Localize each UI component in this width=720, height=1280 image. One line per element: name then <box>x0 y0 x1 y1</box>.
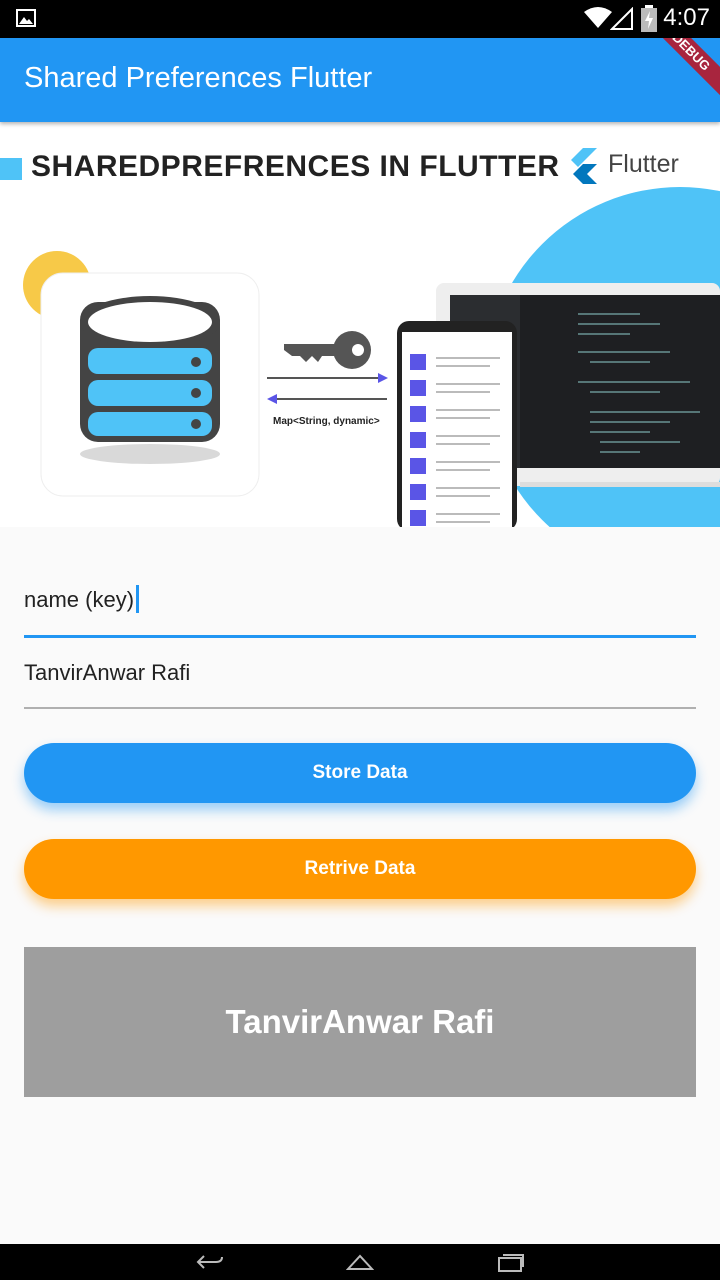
gallery-icon <box>16 9 36 27</box>
recents-icon[interactable] <box>497 1251 525 1273</box>
text-cursor <box>136 585 140 613</box>
value-input-value: TanvirAnwar Rafi <box>24 660 191 685</box>
status-time: 4:07 <box>663 4 710 31</box>
hero-title: SHAREDPREFRENCES IN FLUTTER <box>31 150 560 183</box>
result-display: TanvirAnwar Rafi <box>24 947 696 1097</box>
signal-icon <box>610 7 633 30</box>
value-input[interactable]: TanvirAnwar Rafi <box>24 650 696 709</box>
back-icon[interactable] <box>196 1252 224 1272</box>
battery-charging-icon <box>641 5 657 32</box>
key-input[interactable]: name (key) <box>24 575 696 638</box>
debug-banner: DEBUG <box>637 38 720 106</box>
wifi-icon <box>584 7 612 28</box>
retrive-data-button[interactable]: Retrive Data <box>24 839 696 899</box>
store-data-button[interactable]: Store Data <box>24 743 696 803</box>
navigation-bar <box>0 1244 720 1280</box>
app-title: Shared Preferences Flutter <box>24 62 373 94</box>
status-bar: 4:07 <box>0 0 720 38</box>
key-icon <box>284 331 371 369</box>
home-icon[interactable] <box>346 1253 374 1271</box>
flutter-brand: Flutter <box>608 150 679 178</box>
key-input-value: name (key) <box>24 587 135 612</box>
database-icon <box>80 296 220 464</box>
app-bar: Shared Preferences Flutter DEBUG <box>0 38 720 122</box>
map-label: Map<String, dynamic> <box>273 416 380 427</box>
flutter-logo-icon <box>571 148 597 184</box>
hero-banner: SHAREDPREFRENCES IN FLUTTER Flutter Map<… <box>0 122 720 527</box>
